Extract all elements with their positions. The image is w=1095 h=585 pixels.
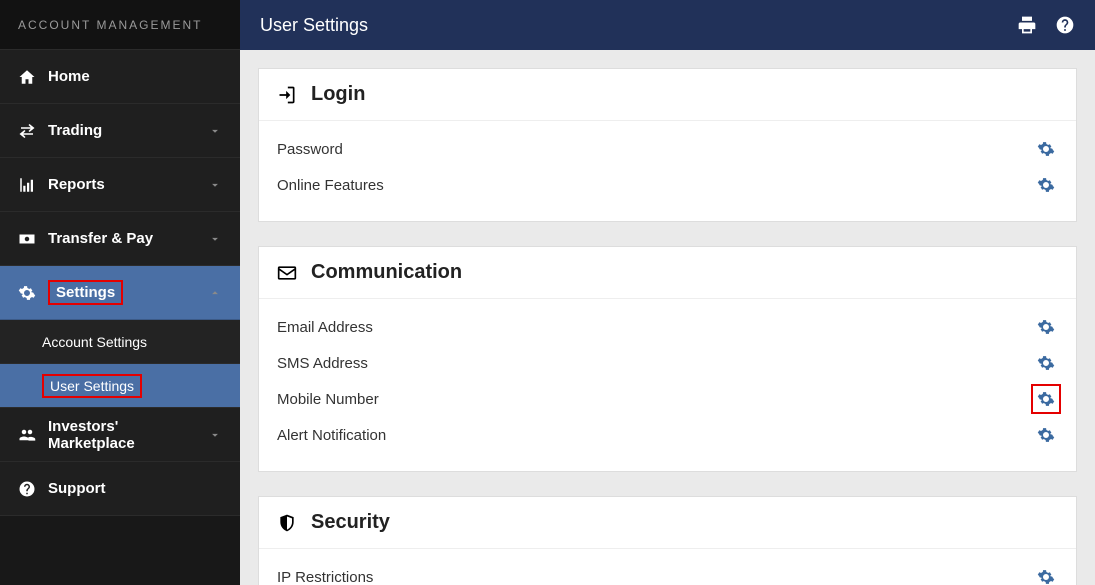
gear-icon[interactable] <box>1034 173 1058 197</box>
panel-title: Login <box>311 83 365 106</box>
chevron-down-icon <box>208 428 222 442</box>
help-icon <box>18 480 36 498</box>
panel-security: Security IP Restrictions Secure Login Sy… <box>258 496 1077 585</box>
content: Login Password Online Features <box>240 50 1095 585</box>
page-title: User Settings <box>260 15 368 36</box>
row-label: Mobile Number <box>277 391 1034 408</box>
gear-icon[interactable] <box>1034 565 1058 585</box>
row-label: Online Features <box>277 177 1034 194</box>
panel-header: Communication <box>259 247 1076 299</box>
print-icon[interactable] <box>1017 15 1037 35</box>
row-ip-restrictions: IP Restrictions <box>277 559 1058 585</box>
sidebar-item-label: Reports <box>48 176 208 193</box>
home-icon <box>18 68 36 86</box>
panel-body: Email Address SMS Address Mobile Number <box>259 299 1076 471</box>
sidebar-item-label: Home <box>48 68 222 85</box>
sidebar-subitem-label: User Settings <box>42 374 142 398</box>
sidebar-item-investors-marketplace[interactable]: Investors' Marketplace <box>0 408 240 462</box>
row-email-address: Email Address <box>277 309 1058 345</box>
sidebar-item-settings[interactable]: Settings <box>0 266 240 320</box>
shield-icon <box>277 513 297 533</box>
sidebar-item-label: Support <box>48 480 222 497</box>
row-mobile-number: Mobile Number <box>277 381 1058 417</box>
topbar-actions <box>1017 15 1075 35</box>
chevron-down-icon <box>208 232 222 246</box>
sidebar-item-support[interactable]: Support <box>0 462 240 516</box>
exchange-icon <box>18 122 36 140</box>
sidebar-item-label: Transfer & Pay <box>48 230 208 247</box>
sidebar-item-reports[interactable]: Reports <box>0 158 240 212</box>
row-password: Password <box>277 131 1058 167</box>
gear-icon[interactable] <box>1034 315 1058 339</box>
sidebar-item-trading[interactable]: Trading <box>0 104 240 158</box>
row-alert-notification: Alert Notification <box>277 417 1058 453</box>
sidebar-title: ACCOUNT MANAGEMENT <box>0 0 240 50</box>
settings-subpanel: Account Settings User Settings <box>0 320 240 408</box>
gear-icon[interactable] <box>1034 351 1058 375</box>
topbar: User Settings <box>240 0 1095 50</box>
row-label: IP Restrictions <box>277 569 1034 585</box>
row-label: SMS Address <box>277 355 1034 372</box>
login-icon <box>277 85 297 105</box>
envelope-icon <box>277 263 297 283</box>
panel-title: Communication <box>311 261 462 284</box>
panel-title: Security <box>311 511 390 534</box>
panel-header: Login <box>259 69 1076 121</box>
group-icon <box>18 426 36 444</box>
sidebar-item-label: Settings <box>48 280 208 305</box>
row-label: Email Address <box>277 319 1034 336</box>
sidebar-subitem-user-settings[interactable]: User Settings <box>0 364 240 408</box>
chevron-up-icon <box>208 286 222 300</box>
bar-chart-icon <box>18 176 36 194</box>
panel-header: Security <box>259 497 1076 549</box>
row-online-features: Online Features <box>277 167 1058 203</box>
chevron-down-icon <box>208 124 222 138</box>
sidebar-item-label: Trading <box>48 122 208 139</box>
panel-body: Password Online Features <box>259 121 1076 221</box>
gear-icon[interactable] <box>1034 387 1058 411</box>
sidebar-subitem-label: Account Settings <box>42 334 147 350</box>
chevron-down-icon <box>208 178 222 192</box>
sidebar-item-transfer-pay[interactable]: Transfer & Pay <box>0 212 240 266</box>
row-sms-address: SMS Address <box>277 345 1058 381</box>
row-label: Password <box>277 141 1034 158</box>
help-icon[interactable] <box>1055 15 1075 35</box>
sidebar: ACCOUNT MANAGEMENT Home Trading Reports … <box>0 0 240 585</box>
gear-icon[interactable] <box>1034 423 1058 447</box>
panel-body: IP Restrictions Secure Login System <box>259 549 1076 585</box>
sidebar-item-home[interactable]: Home <box>0 50 240 104</box>
gear-icon[interactable] <box>1034 137 1058 161</box>
sidebar-subitem-account-settings[interactable]: Account Settings <box>0 320 240 364</box>
cash-icon <box>18 230 36 248</box>
main: User Settings Login Password <box>240 0 1095 585</box>
sidebar-item-label: Investors' Marketplace <box>48 418 208 452</box>
panel-login: Login Password Online Features <box>258 68 1077 222</box>
row-label: Alert Notification <box>277 427 1034 444</box>
panel-communication: Communication Email Address SMS Address … <box>258 246 1077 472</box>
gears-icon <box>18 284 36 302</box>
